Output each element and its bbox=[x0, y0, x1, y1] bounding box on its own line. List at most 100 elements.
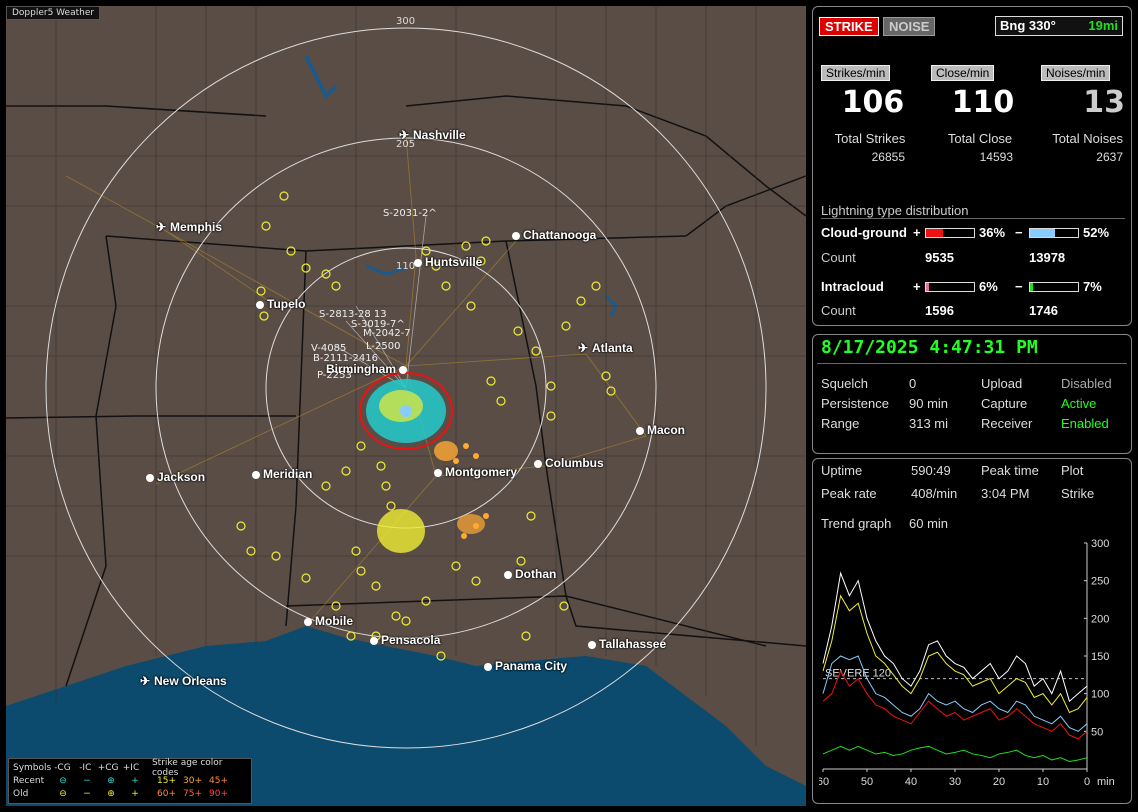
intracloud-label: Intracloud bbox=[821, 279, 884, 294]
city-dot-icon bbox=[588, 641, 596, 649]
city-dot-icon bbox=[256, 301, 264, 309]
city-macon[interactable]: Macon bbox=[636, 423, 685, 437]
cg-negative-count: 13978 bbox=[1029, 250, 1066, 265]
minus-ic-recent-icon: − bbox=[83, 775, 91, 786]
app-title: Doppler5 Weather bbox=[6, 6, 101, 20]
city-dot-icon bbox=[146, 474, 154, 482]
range-label: Range bbox=[821, 416, 860, 431]
city-huntsville[interactable]: Huntsville bbox=[414, 255, 482, 269]
total-noises-value: 2637 bbox=[1096, 150, 1123, 164]
minus-cg-recent-icon: ⊖ bbox=[59, 775, 67, 786]
city-columbus[interactable]: Columbus bbox=[534, 456, 604, 470]
cg-negative-pct: 52% bbox=[1083, 225, 1110, 240]
city-montgomery[interactable]: Montgomery bbox=[434, 465, 517, 479]
storm-label: M-2042-7 bbox=[363, 328, 411, 339]
plus-ic-old-icon: + bbox=[131, 788, 139, 799]
city-dot-icon bbox=[484, 663, 492, 671]
city-dot-icon bbox=[414, 259, 422, 267]
airport-icon: ✈ bbox=[156, 220, 167, 234]
ic-negative-bar bbox=[1029, 282, 1079, 292]
bearing-value: Bng 330° bbox=[1000, 18, 1056, 33]
ic-negative-bar-fill bbox=[1030, 283, 1034, 291]
x-tick-label: 40 bbox=[905, 776, 917, 788]
minus-ic-old-icon: − bbox=[83, 788, 91, 799]
close-per-min-value: 110 bbox=[951, 85, 1015, 120]
cg-negative-bar bbox=[1029, 228, 1079, 238]
cg-positive-bar-fill bbox=[926, 229, 944, 237]
city-dot-icon bbox=[252, 471, 260, 479]
city-dothan[interactable]: Dothan bbox=[504, 567, 556, 581]
city-jackson[interactable]: Jackson bbox=[146, 470, 205, 484]
city-atlanta[interactable]: ✈ Atlanta bbox=[578, 341, 633, 355]
city-dot-icon bbox=[370, 637, 378, 645]
strike-mode-button[interactable]: STRIKE bbox=[819, 17, 879, 36]
trend-series-line bbox=[822, 594, 1088, 714]
city-tupelo[interactable]: Tupelo bbox=[256, 297, 305, 311]
divider bbox=[821, 218, 1125, 219]
x-tick-label: 30 bbox=[949, 776, 961, 788]
plus-ic-recent-icon: + bbox=[131, 775, 139, 786]
total-strikes-label: Total Strikes bbox=[834, 131, 906, 146]
persistence-label: Persistence bbox=[821, 396, 889, 411]
peak-rate-value: 408/min bbox=[911, 486, 958, 501]
peak-rate-label: Peak rate bbox=[821, 486, 877, 501]
plus-cg-recent-icon: ⊕ bbox=[107, 775, 115, 786]
uptime-value: 590:49 bbox=[911, 463, 951, 478]
city-dot-icon bbox=[504, 571, 512, 579]
city-dot-icon bbox=[304, 618, 312, 626]
capture-value: Active bbox=[1061, 396, 1097, 411]
plus-sign: + bbox=[913, 225, 921, 240]
minus-sign: − bbox=[1015, 225, 1023, 240]
city-dot-icon bbox=[399, 366, 408, 374]
uptime-label: Uptime bbox=[821, 463, 863, 478]
radar-map[interactable]: Doppler5 Weather 300 205 110 ✈ Nashville … bbox=[6, 6, 806, 806]
storm-label: P-2253 bbox=[317, 370, 352, 381]
cg-positive-count: 9535 bbox=[925, 250, 954, 265]
y-tick-label: 50 bbox=[1091, 726, 1103, 738]
x-tick-label: 60 bbox=[819, 776, 829, 788]
divider bbox=[817, 363, 1127, 364]
trend-chart: 300 250 200 150 100 50 60 50 40 30 20 10 0 min SEVERE … bbox=[817, 537, 1127, 799]
ic-positive-bar-fill bbox=[926, 283, 929, 291]
plot-value: Strike bbox=[1061, 486, 1095, 501]
city-nashville[interactable]: ✈ Nashville bbox=[399, 128, 466, 142]
count-label: Count bbox=[821, 250, 856, 265]
x-tick-label: 50 bbox=[861, 776, 873, 788]
airport-icon: ✈ bbox=[578, 341, 589, 355]
city-new-orleans[interactable]: ✈ New Orleans bbox=[140, 674, 227, 688]
cg-positive-bar bbox=[925, 228, 975, 238]
ic-negative-count: 1746 bbox=[1029, 303, 1058, 318]
city-meridian[interactable]: Meridian bbox=[252, 467, 312, 481]
y-tick-label: 100 bbox=[1091, 689, 1109, 701]
range-value: 313 mi bbox=[909, 416, 949, 431]
map-basemap bbox=[6, 6, 806, 806]
y-tick-label: 150 bbox=[1091, 651, 1109, 663]
city-dot-icon bbox=[636, 427, 644, 435]
minus-cg-old-icon: ⊖ bbox=[59, 788, 67, 799]
close-per-min-label: Close/min bbox=[931, 65, 995, 81]
count-label: Count bbox=[821, 303, 856, 318]
cg-negative-bar-fill bbox=[1030, 229, 1055, 237]
symbol-legend: Symbols -CG -IC +CG +IC Strike age color… bbox=[8, 758, 252, 804]
strikes-per-min-label: Strikes/min bbox=[821, 65, 891, 81]
squelch-value: 0 bbox=[909, 376, 917, 391]
city-panama-city[interactable]: Panama City bbox=[484, 659, 567, 673]
city-memphis[interactable]: ✈ Memphis bbox=[156, 220, 222, 234]
storm-label: B-2111-2416 bbox=[313, 353, 378, 364]
city-chattanooga[interactable]: Chattanooga bbox=[512, 228, 596, 242]
distance-value: 19mi bbox=[1088, 18, 1118, 33]
squelch-label: Squelch bbox=[821, 376, 868, 391]
trend-graph-value: 60 min bbox=[909, 516, 949, 531]
ic-positive-count: 1596 bbox=[925, 303, 954, 318]
storm-core bbox=[359, 372, 453, 450]
noise-mode-button[interactable]: NOISE bbox=[883, 17, 936, 36]
upload-value: Disabled bbox=[1061, 376, 1112, 391]
noises-per-min-label: Noises/min bbox=[1041, 65, 1111, 81]
total-close-value: 14593 bbox=[979, 150, 1013, 164]
total-close-label: Total Close bbox=[947, 131, 1013, 146]
noises-per-min-value: 13 bbox=[1083, 85, 1125, 120]
capture-label: Capture bbox=[981, 396, 1028, 411]
city-tallahassee[interactable]: Tallahassee bbox=[588, 637, 666, 651]
city-pensacola[interactable]: Pensacola bbox=[370, 633, 440, 647]
city-mobile[interactable]: Mobile bbox=[304, 614, 353, 628]
